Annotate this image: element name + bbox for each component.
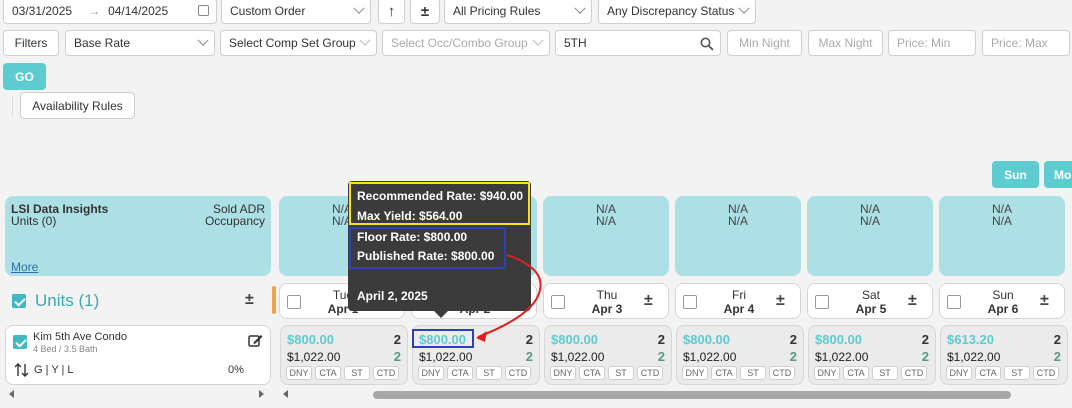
annotation-arrow (476, 254, 542, 342)
main-scrollbar-thumb[interactable] (373, 391, 1011, 399)
left-scrollbar-track[interactable] (5, 390, 271, 400)
scroll-right-icon[interactable] (259, 390, 264, 398)
scroll-left-icon[interactable] (283, 390, 288, 398)
scroll-left-icon[interactable] (9, 390, 14, 398)
